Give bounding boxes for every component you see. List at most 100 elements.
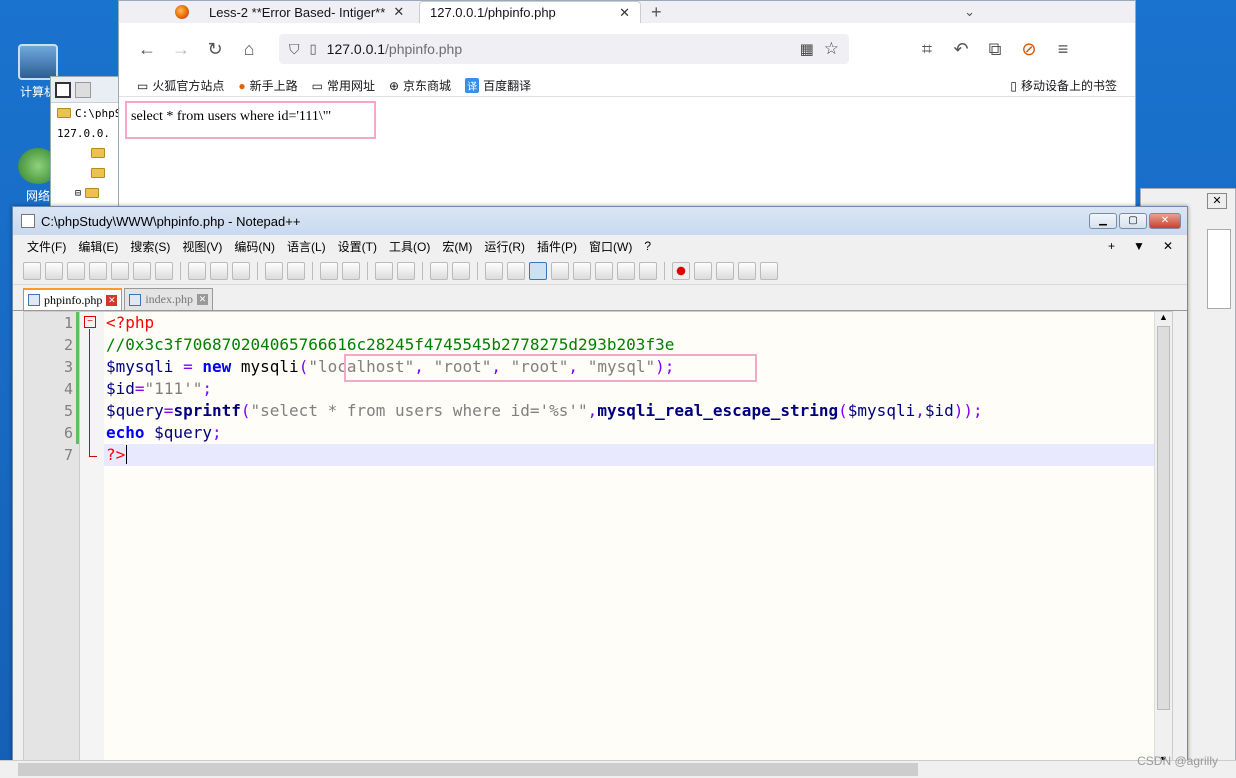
url-path: /phpinfo.php <box>385 41 463 57</box>
doc-map-icon[interactable] <box>573 261 591 280</box>
page-icon[interactable]: ▯ <box>310 41 317 57</box>
globe-icon: ⊕ <box>388 78 400 93</box>
scroll-thumb[interactable] <box>1157 326 1170 710</box>
play-macro-icon[interactable] <box>716 261 734 280</box>
print-icon[interactable] <box>155 261 173 280</box>
save-icon[interactable] <box>67 261 85 280</box>
url-bar[interactable]: ⛉ ▯ 127.0.0.1/phpinfo.php ▦ ☆ <box>279 34 849 64</box>
open-file-icon[interactable] <box>45 261 63 280</box>
extensions-icon[interactable]: ⧉ <box>985 39 1005 60</box>
menu-encoding[interactable]: 编码(N) <box>234 238 275 255</box>
new-tab-button[interactable]: + <box>641 1 672 23</box>
sync-v-icon[interactable] <box>430 261 448 280</box>
cut-icon[interactable] <box>188 261 206 280</box>
close-file-icon[interactable] <box>111 261 129 280</box>
screenshot-icon[interactable]: ⌗ <box>917 39 937 60</box>
tab-firefox-start[interactable] <box>119 1 199 23</box>
scroll-thumb[interactable] <box>18 763 918 776</box>
bookmark-jd[interactable]: ⊕ 京东商城 <box>389 77 451 94</box>
bookmark-star-icon[interactable]: ☆ <box>824 39 839 59</box>
bookmark-common-sites[interactable]: ▭ 常用网址 <box>312 77 375 94</box>
menu-language[interactable]: 语言(L) <box>287 238 326 255</box>
file-tab-phpinfo[interactable]: phpinfo.php ✕ <box>23 288 123 310</box>
file-tab-index[interactable]: index.php ✕ <box>124 288 214 310</box>
back-icon[interactable]: ← <box>137 39 157 60</box>
menu-edit[interactable]: 编辑(E) <box>78 238 118 255</box>
reload-icon[interactable]: ↻ <box>205 39 225 60</box>
new-file-icon[interactable] <box>23 261 41 280</box>
menu-window[interactable]: 窗口(W) <box>589 238 632 255</box>
monitor-icon[interactable] <box>639 261 657 280</box>
folder-workspace-icon[interactable] <box>617 261 635 280</box>
zoom-out-icon[interactable] <box>397 261 415 280</box>
close-icon[interactable]: ✕ <box>619 5 630 21</box>
notepadpp-icon <box>21 214 35 228</box>
function-list-icon[interactable] <box>595 261 613 280</box>
save-macro-icon[interactable] <box>760 261 778 280</box>
show-all-chars-icon[interactable] <box>507 261 525 280</box>
record-macro-icon[interactable] <box>672 261 690 280</box>
close-icon[interactable]: ✕ <box>1207 193 1227 209</box>
bookmark-getting-started[interactable]: ● 新手上路 <box>238 77 297 94</box>
close-icon[interactable]: ✕ <box>393 4 404 20</box>
indent-guide-icon[interactable] <box>529 261 547 280</box>
close-doc-icon[interactable]: ✕ <box>1163 239 1173 253</box>
word-wrap-icon[interactable] <box>485 261 503 280</box>
home-icon[interactable]: ⌂ <box>239 39 259 60</box>
code-editor[interactable]: 1 2 3 4 5 6 7 − <?php //0x3c3f7068702040… <box>23 311 1173 765</box>
undo-icon[interactable]: ↶ <box>951 39 971 60</box>
sync-h-icon[interactable] <box>452 261 470 280</box>
zoom-in-icon[interactable] <box>375 261 393 280</box>
vertical-scrollbar[interactable]: ▲ ▼ <box>1154 312 1172 764</box>
save-all-icon[interactable] <box>89 261 107 280</box>
horizontal-scrollbar[interactable] <box>0 760 1236 778</box>
undo-icon[interactable] <box>265 261 283 280</box>
menu-plugins[interactable]: 插件(P) <box>537 238 577 255</box>
menu-file[interactable]: 文件(F) <box>27 238 66 255</box>
find-icon[interactable] <box>320 261 338 280</box>
copy-icon[interactable] <box>210 261 228 280</box>
menu-search[interactable]: 搜索(S) <box>130 238 170 255</box>
change-marker <box>76 312 79 444</box>
tab-phpinfo[interactable]: 127.0.0.1/phpinfo.php ✕ <box>419 1 641 23</box>
blocker-icon[interactable]: ⊘ <box>1019 39 1039 60</box>
run-macro-multiple-icon[interactable] <box>738 261 756 280</box>
stop-macro-icon[interactable] <box>694 261 712 280</box>
bookmark-baidu-translate[interactable]: 译百度翻译 <box>465 77 531 94</box>
udl-icon[interactable] <box>551 261 569 280</box>
tab-less2[interactable]: Less-2 **Error Based- Intiger** ✕ <box>199 1 419 23</box>
chevron-down-icon[interactable]: ⌄ <box>954 1 985 23</box>
collapse-icon[interactable]: ⊟ <box>75 188 81 199</box>
plus-icon[interactable]: + <box>1108 239 1115 253</box>
close-all-icon[interactable] <box>133 261 151 280</box>
menu-macro[interactable]: 宏(M) <box>442 238 472 255</box>
mobile-bookmarks[interactable]: ▯ 移动设备上的书签 <box>1010 77 1117 94</box>
paste-icon[interactable] <box>232 261 250 280</box>
menu-settings[interactable]: 设置(T) <box>338 238 377 255</box>
view-icon[interactable] <box>75 81 91 98</box>
redo-icon[interactable] <box>287 261 305 280</box>
shield-icon[interactable]: ⛉ <box>289 41 300 58</box>
close-tab-icon[interactable]: ✕ <box>197 294 209 305</box>
qr-code-icon[interactable]: ▦ <box>800 40 814 58</box>
pane-icon[interactable] <box>55 81 71 98</box>
dropdown-icon[interactable]: ▼ <box>1133 239 1145 253</box>
current-line-highlight: ?> <box>104 444 1154 466</box>
forward-icon[interactable]: → <box>171 39 191 60</box>
replace-icon[interactable] <box>342 261 360 280</box>
menu-tools[interactable]: 工具(O) <box>389 238 430 255</box>
menu-view[interactable]: 视图(V) <box>182 238 222 255</box>
menu-run[interactable]: 运行(R) <box>484 238 525 255</box>
maximize-button[interactable]: ▢ <box>1119 213 1147 229</box>
toolbar-separator <box>180 261 181 280</box>
scroll-up-icon[interactable]: ▲ <box>1159 312 1168 322</box>
minimize-button[interactable]: ▁ <box>1089 213 1117 229</box>
bookmarks-toolbar: ▭ 火狐官方站点 ● 新手上路 ▭ 常用网址 ⊕ 京东商城 译百度翻译 ▯ 移动设备上的书… <box>119 75 1135 97</box>
menu-icon[interactable]: ≡ <box>1053 39 1073 60</box>
close-tab-icon[interactable]: ✕ <box>106 294 118 306</box>
close-button[interactable]: ✕ <box>1149 213 1181 229</box>
menu-help[interactable]: ? <box>644 239 651 253</box>
bookmark-firefox-site[interactable]: ▭ 火狐官方站点 <box>137 77 224 94</box>
fold-collapse-icon[interactable]: − <box>84 316 96 328</box>
toolbar-separator <box>664 261 665 280</box>
